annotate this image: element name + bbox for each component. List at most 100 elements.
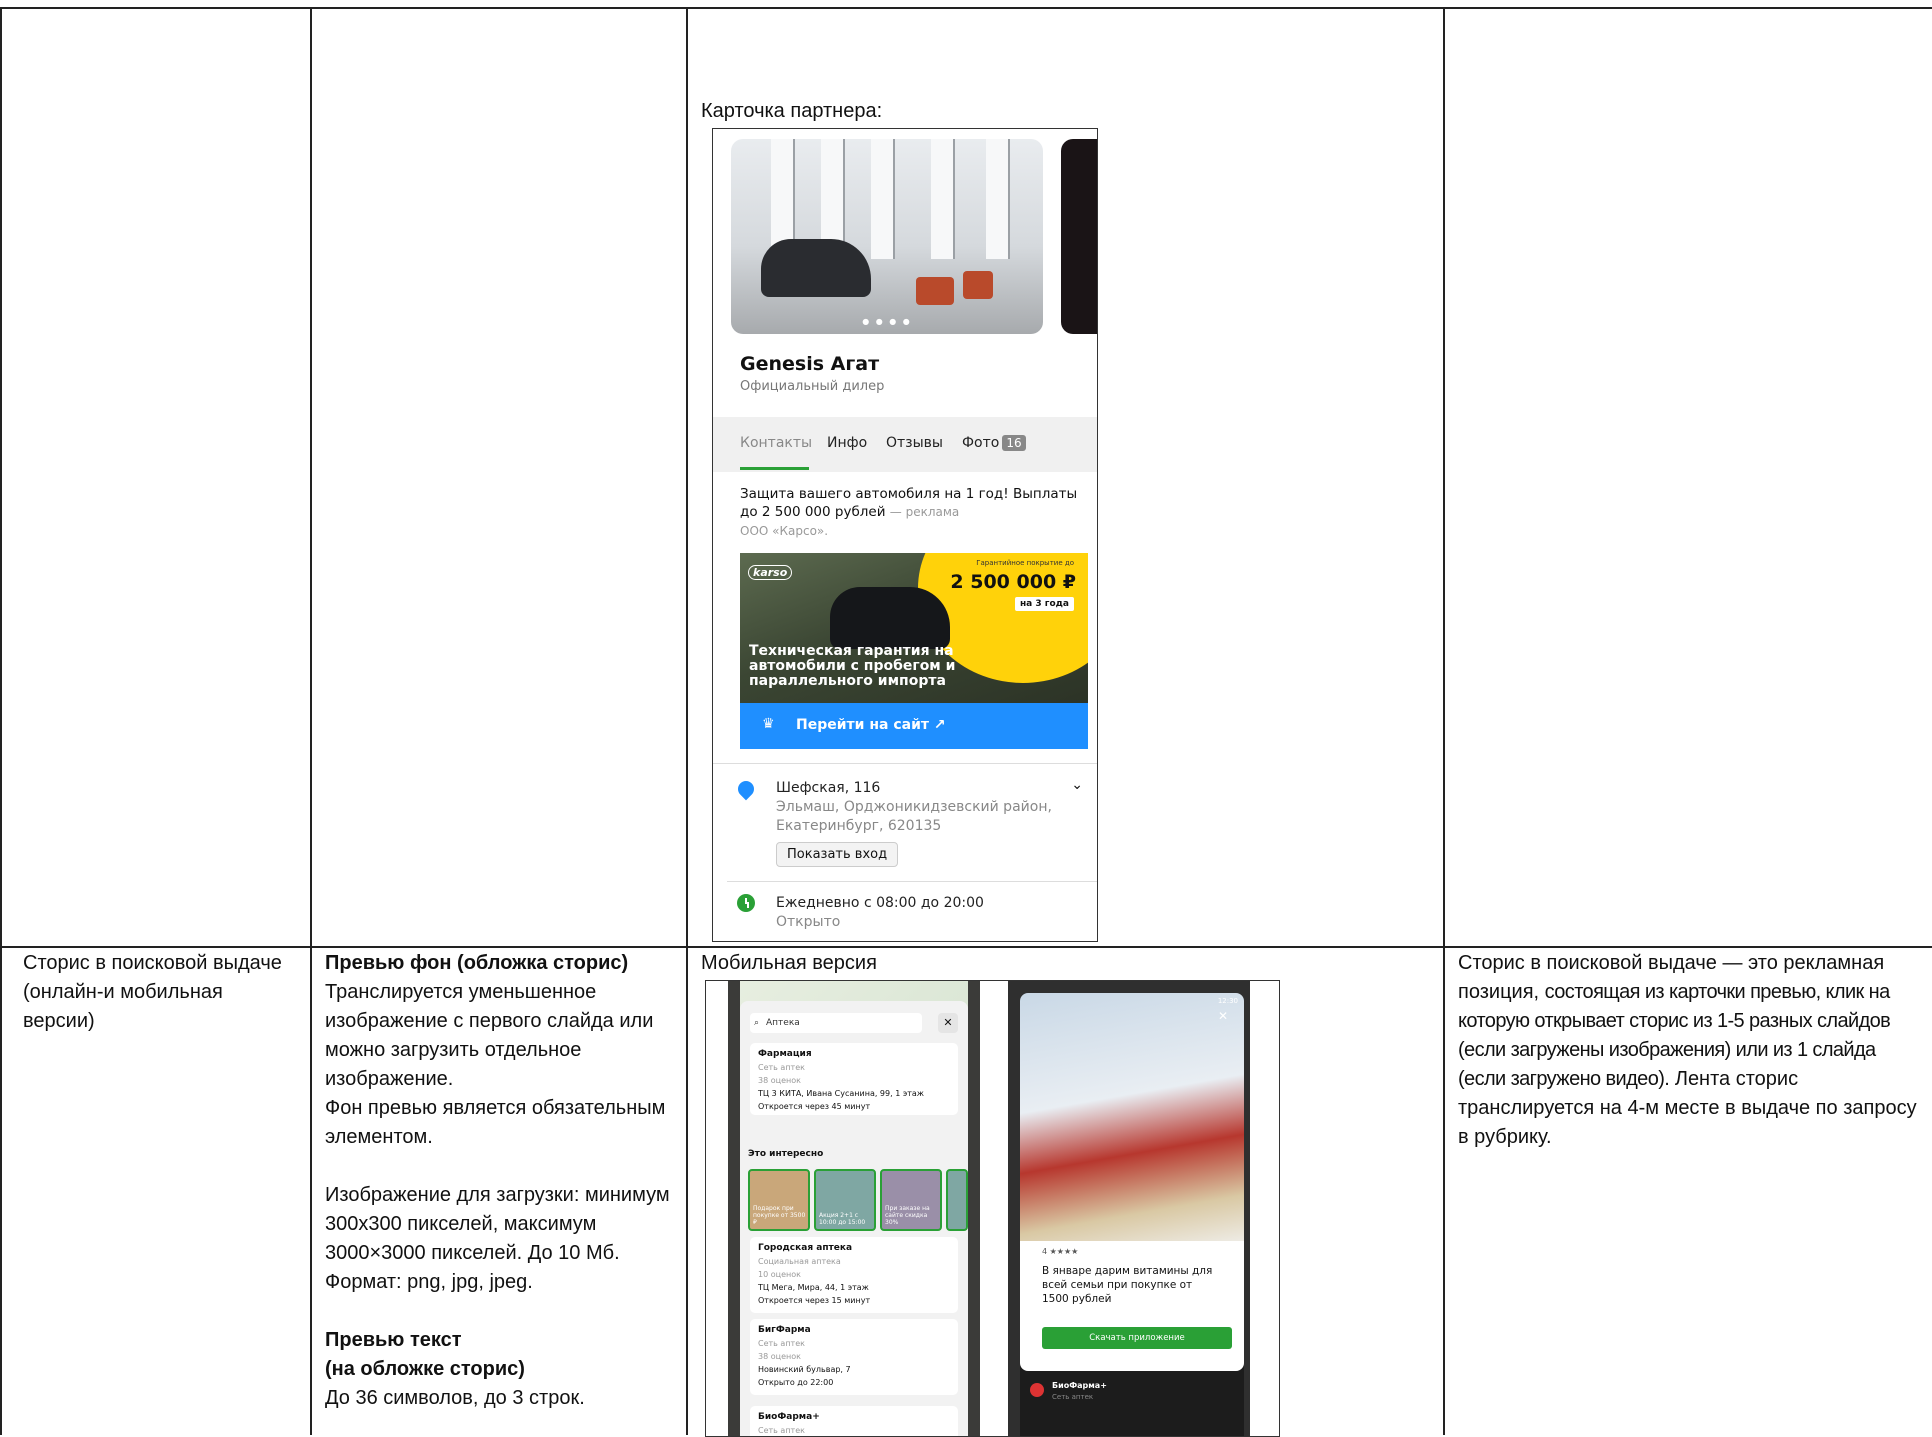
carousel-dots[interactable]: ● ● ● ● (731, 317, 1043, 326)
brand-logo (1030, 1383, 1044, 1397)
column-divider-1 (310, 7, 312, 1435)
list-item[interactable]: БиоФарма+ Сеть аптек (750, 1406, 958, 1436)
item-type: Социальная аптека (758, 1257, 841, 1266)
tab-info[interactable]: Инфо (827, 435, 867, 451)
item-open: Откроется через 45 минут (758, 1102, 871, 1111)
story-preview[interactable]: Акция 2+1 с 10:00 до 15:00 (814, 1169, 876, 1231)
item-type: Сеть аптек (758, 1339, 805, 1348)
go-to-site-button[interactable]: ♛ Перейти на сайт ↗ (740, 703, 1088, 749)
story-preview[interactable]: При заказе на сайте скидка 30% (880, 1169, 942, 1231)
partner-subtitle: Официальный дилер (740, 379, 885, 394)
chevron-down-icon[interactable]: ⌄ (1071, 777, 1083, 793)
preview-text-heading: Превью текст (325, 1329, 462, 1351)
go-to-site-label: Перейти на сайт ↗ (796, 717, 946, 733)
phone-story-view: 12:30 ✕ 4 ★★★★ В январе дарим витамины д… (1008, 981, 1250, 1436)
story-text: В январе дарим витамины для всей семьи п… (1042, 1265, 1213, 1305)
stories-feed: Подарок при покупке от 3500 ₽ Акция 2+1 … (748, 1169, 968, 1231)
mobile-version-label: Мобильная версия (701, 952, 877, 974)
ad-organization: ООО «Карсо». (740, 524, 829, 538)
mobile-mockups: ⌕ Аптека ✕ Фармация Сеть аптек 38 оценок … (705, 980, 1280, 1437)
preview-text-subheading: (на обложке сторис) (325, 1358, 525, 1380)
story-rating: 4 ★★★★ (1042, 1247, 1079, 1256)
photo-count-badge: 16 (1002, 435, 1026, 451)
ad-text: Защита вашего автомобиля на 1 год! Выпла… (740, 485, 1080, 521)
karso-logo: karso (748, 565, 793, 580)
item-address: ТЦ Мега, Мира, 44, 1 этаж (758, 1283, 869, 1292)
story-preview-text: Подарок при покупке от 3500 ₽ (753, 1205, 806, 1226)
partner-name: Genesis Агат (740, 353, 880, 375)
list-item[interactable]: Фармация Сеть аптек 38 оценок ТЦ 3 КИТА,… (750, 1043, 958, 1115)
list-item[interactable]: БигФарма Сеть аптек 38 оценок Новинский … (750, 1319, 958, 1395)
item-rating: 10 оценок (758, 1270, 801, 1279)
coverage-label: Гарантийное покрытие до (976, 559, 1074, 567)
search-input[interactable]: ⌕ Аптека (750, 1013, 922, 1033)
car-image (761, 239, 871, 297)
list-item[interactable]: Городская аптека Социальная аптека 10 оц… (750, 1237, 958, 1313)
close-icon[interactable]: ✕ (1218, 1009, 1228, 1023)
table-row-divider (0, 946, 1932, 948)
desc-part-1: Сторис в поисковой выдаче — это (1458, 952, 1778, 974)
open-status: Открыто (776, 914, 841, 930)
item-title: БигФарма (758, 1325, 811, 1335)
item-address: ТЦ 3 КИТА, Ивана Сусанина, 99, 1 этаж (758, 1089, 924, 1098)
search-value: Аптека (766, 1018, 800, 1028)
banner-car-image (830, 587, 950, 649)
opening-hours: Ежедневно с 08:00 до 20:00 Открыто (776, 894, 984, 932)
coverage-years: на 3 года (1014, 597, 1074, 611)
column-divider-2 (686, 7, 688, 1435)
preview-bg-required: Фон превью является обязательным элемент… (325, 1097, 666, 1148)
hours-text: Ежедневно с 08:00 до 20:00 (776, 895, 984, 911)
preview-bg-desc: Транслируется уменьшенное изображение с … (325, 981, 654, 1090)
interesting-heading: Это интересно (748, 1149, 824, 1159)
address-sub: Эльмаш, Орджоникидзевский район, Екатери… (776, 799, 1052, 834)
status-time: 12:30 (1217, 997, 1238, 1005)
banner-headline: Техническая гарантия на автомобили с про… (749, 643, 956, 689)
tab-photos[interactable]: Фото 16 (962, 435, 1026, 451)
close-icon[interactable]: ✕ (938, 1013, 958, 1033)
tab-contacts[interactable]: Контакты (740, 435, 812, 451)
tab-reviews[interactable]: Отзывы (886, 435, 943, 451)
image-requirements: Изображение для загрузки: минимум 300x30… (325, 1184, 670, 1293)
search-icon: ⌕ (754, 1018, 760, 1028)
partner-card-label: Карточка партнера: (701, 100, 883, 122)
item-open: Откроется через 15 минут (758, 1296, 871, 1305)
tab-photos-label: Фото (962, 435, 1000, 451)
table-border-top (0, 7, 1932, 9)
partner-card: ● ● ● ● Genesis Агат Официальный дилер К… (712, 128, 1098, 942)
crown-icon: ♛ (762, 716, 775, 732)
table-border-left (0, 7, 2, 1435)
address: Шефская, 116 Эльмаш, Орджоникидзевский ра… (776, 779, 1066, 836)
row-title: Сторис в поисковой выдаче (онлайн-и моби… (23, 952, 282, 1032)
showroom-photo[interactable]: ● ● ● ● (731, 139, 1043, 334)
address-main: Шефская, 116 (776, 780, 881, 796)
preview-specs: Превью фон (обложка сторис) Транслируетс… (325, 949, 673, 1413)
divider (727, 881, 1097, 882)
preview-text-limit: До 36 символов, до 3 строк. (325, 1387, 585, 1409)
phone-search-results: ⌕ Аптека ✕ Фармация Сеть аптек 38 оценок … (728, 981, 980, 1436)
ad-mark: — реклама (889, 505, 960, 519)
next-photo[interactable] (1061, 139, 1097, 334)
active-tab-indicator (740, 467, 809, 470)
item-type: Сеть аптек (758, 1426, 805, 1435)
item-title: Городская аптека (758, 1243, 853, 1253)
story-preview[interactable]: Подарок при покупке от 3500 ₽ (748, 1169, 810, 1231)
story-photo (1020, 993, 1244, 1255)
story-preview-text: Акция 2+1 с 10:00 до 15:00 (819, 1212, 866, 1226)
story-preview[interactable] (946, 1169, 968, 1231)
item-title: Фармация (758, 1049, 812, 1059)
item-type: Сеть аптек (758, 1063, 805, 1072)
phone-screen: ⌕ Аптека ✕ Фармация Сеть аптек 38 оценок … (740, 1001, 968, 1436)
download-app-button[interactable]: Скачать приложение (1042, 1327, 1232, 1349)
item-address: Новинский бульвар, 7 (758, 1365, 851, 1374)
show-entry-button[interactable]: Показать вход (776, 842, 899, 867)
partner-tabs: Контакты Инфо Отзывы Фото 16 (713, 417, 1097, 472)
location-pin-icon (734, 777, 758, 801)
story-screen: 12:30 ✕ 4 ★★★★ В январе дарим витамины д… (1020, 993, 1244, 1436)
stories-description: Сторис в поисковой выдаче — это рекламна… (1458, 949, 1923, 1152)
story-preview-text: При заказе на сайте скидка 30% (885, 1205, 930, 1226)
story-brand-sub: Сеть аптек (1052, 1393, 1094, 1401)
ad-banner[interactable]: Гарантийное покрытие до 2 500 000 ₽ на 3… (740, 553, 1088, 703)
coverage-sum: 2 500 000 ₽ (950, 571, 1076, 593)
item-rating: 38 оценок (758, 1352, 801, 1361)
item-title: БиоФарма+ (758, 1412, 820, 1422)
